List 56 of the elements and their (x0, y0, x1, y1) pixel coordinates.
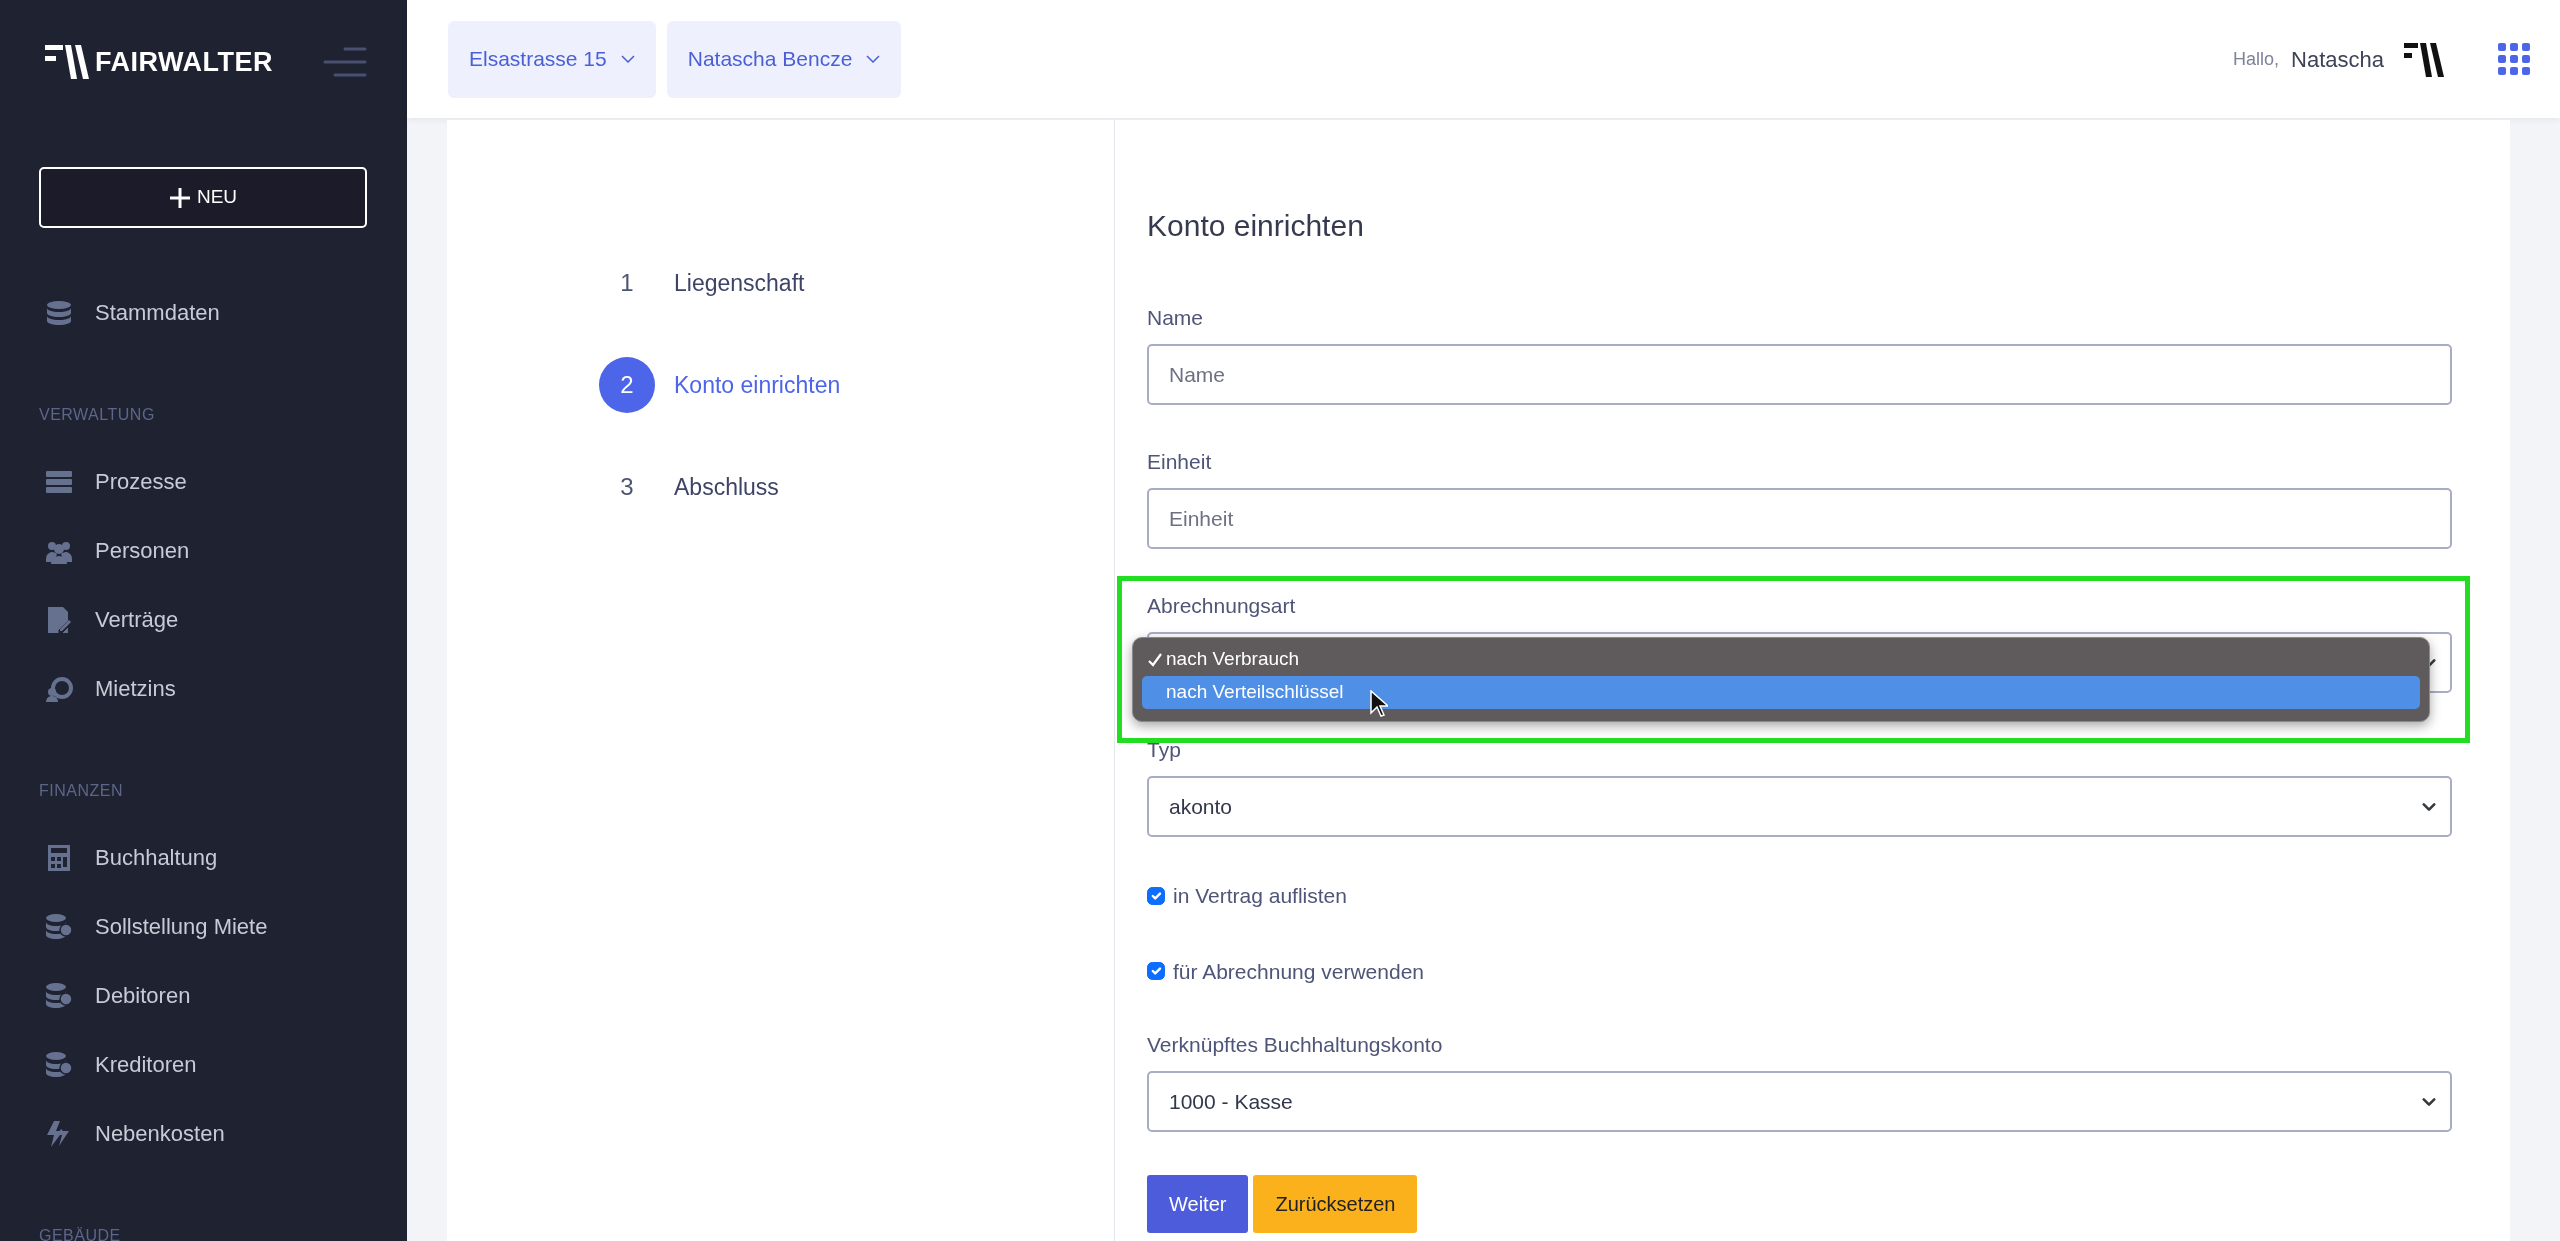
next-button[interactable]: Weiter (1147, 1175, 1249, 1233)
step-label[interactable]: Liegenschaft (674, 255, 805, 311)
sidebar-item[interactable]: Buchhaltung (39, 823, 367, 892)
checkbox[interactable] (1147, 962, 1165, 981)
coins-plus-icon (45, 981, 73, 1010)
sidebar-item[interactable]: Debitoren (39, 961, 367, 1030)
sidebar-item[interactable]: Stammdaten (39, 278, 367, 347)
dropdown-option[interactable]: nach Verbrauch (1142, 643, 2420, 676)
select-field[interactable]: 1000 - Kasse (1147, 1071, 2452, 1132)
calculator-icon (45, 843, 73, 872)
plus-icon (168, 186, 191, 209)
sidebar-item[interactable]: Personen (39, 516, 367, 585)
step-number: 2 (599, 357, 655, 413)
logo-text: FAIRWALTER (95, 45, 273, 79)
checkbox-label: für Abrechnung verwenden (1173, 958, 1424, 985)
sidebar-item[interactable]: Nebenkosten (39, 1099, 367, 1168)
sidebar-item[interactable]: Mietzins (39, 654, 367, 723)
chevron-down-icon (620, 55, 635, 63)
checkbox-label: in Vertrag auflisten (1173, 883, 1347, 909)
field-label: Verknüpftes Buchhaltungskonto (1147, 1032, 1444, 1058)
sidebar-item[interactable]: Sollstellung Miete (39, 892, 367, 961)
new-button[interactable]: NEU (39, 167, 367, 228)
step-number: 3 (619, 472, 635, 502)
context-dropdown[interactable]: Natascha Bencze (666, 20, 902, 98)
sidebar-item[interactable]: Kreditoren (39, 1030, 367, 1099)
checkmark-icon (1148, 652, 1162, 667)
field-label: Abrechnungsart (1147, 593, 1297, 619)
section-heading: FINANZEN (39, 780, 124, 801)
section-heading: GEBÄUDE (39, 1225, 122, 1241)
step-label[interactable]: Abschluss (674, 459, 779, 515)
select-field[interactable]: akonto (1147, 776, 2452, 837)
field-label: Typ (1147, 737, 1182, 763)
section-heading: VERWALTUNG (39, 404, 156, 425)
input-field[interactable]: Einheit (1147, 488, 2452, 549)
greeting-text: Hallo, (2233, 47, 2280, 71)
mouse-pointer-icon (1370, 690, 1388, 718)
form-title: Konto einrichten (1147, 208, 1365, 244)
step-number: 1 (619, 268, 635, 298)
context-dropdown[interactable]: Elsastrasse 15 (448, 20, 656, 98)
database-icon (45, 298, 73, 327)
apps-grid-icon[interactable] (2498, 43, 2530, 75)
sidebar-item[interactable]: Verträge (39, 585, 367, 654)
field-label: Einheit (1147, 449, 1213, 475)
coins-minus-icon (45, 1050, 73, 1079)
sidebar-item[interactable]: Prozesse (39, 447, 367, 516)
coin-person-icon (45, 674, 73, 703)
logo-icon (45, 45, 89, 79)
chevron-down-icon (866, 55, 881, 63)
checkbox[interactable] (1147, 886, 1165, 905)
document-icon (45, 605, 73, 634)
coins-plus-icon (45, 912, 73, 941)
step-label[interactable]: Konto einrichten (674, 357, 841, 413)
input-field[interactable]: Name (1147, 344, 2452, 405)
field-label: Name (1147, 305, 1205, 331)
reset-button[interactable]: Zurücksetzen (1253, 1175, 1418, 1233)
user-name: Natascha (2291, 45, 2384, 74)
